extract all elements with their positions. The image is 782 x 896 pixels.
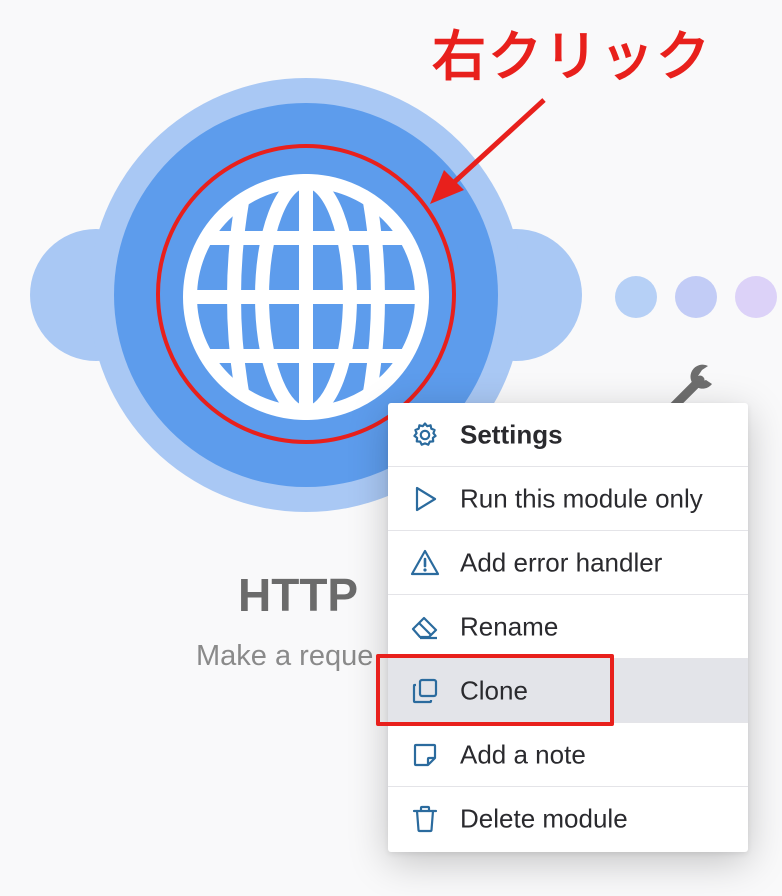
scenario-canvas[interactable]: HTTP Make a reque 右クリック Settings Run thi… [0, 0, 782, 896]
menu-item-label: Settings [460, 419, 563, 449]
eraser-icon [410, 612, 440, 642]
menu-item-label: Delete module [460, 803, 628, 834]
play-icon [410, 484, 440, 514]
menu-item-run-this-module-only[interactable]: Run this module only [388, 467, 748, 531]
menu-item-label: Clone [460, 675, 528, 705]
menu-item-label: Add a note [460, 739, 586, 769]
menu-item-add-error-handler[interactable]: Add error handler [388, 531, 748, 595]
module-subtitle: Make a reque [196, 640, 374, 672]
globe-icon [183, 174, 429, 420]
connector-dot [615, 276, 657, 318]
note-icon [410, 740, 440, 770]
trash-icon [410, 804, 440, 834]
connector-dot [735, 276, 777, 318]
module-title: HTTP [238, 569, 359, 621]
context-menu: Settings Run this module only Add error … [388, 403, 748, 852]
annotation-label: 右クリック [432, 25, 712, 88]
connector-dot [675, 276, 717, 318]
menu-item-delete-module[interactable]: Delete module [388, 787, 748, 851]
menu-item-add-a-note[interactable]: Add a note [388, 723, 748, 787]
menu-item-label: Run this module only [460, 483, 703, 513]
menu-item-settings[interactable]: Settings [388, 403, 748, 467]
copy-icon [410, 676, 440, 706]
warning-icon [410, 548, 440, 578]
menu-item-clone[interactable]: Clone [388, 659, 748, 723]
gear-icon [410, 420, 440, 450]
menu-item-rename[interactable]: Rename [388, 595, 748, 659]
menu-item-label: Add error handler [460, 547, 663, 577]
menu-item-label: Rename [460, 611, 559, 641]
